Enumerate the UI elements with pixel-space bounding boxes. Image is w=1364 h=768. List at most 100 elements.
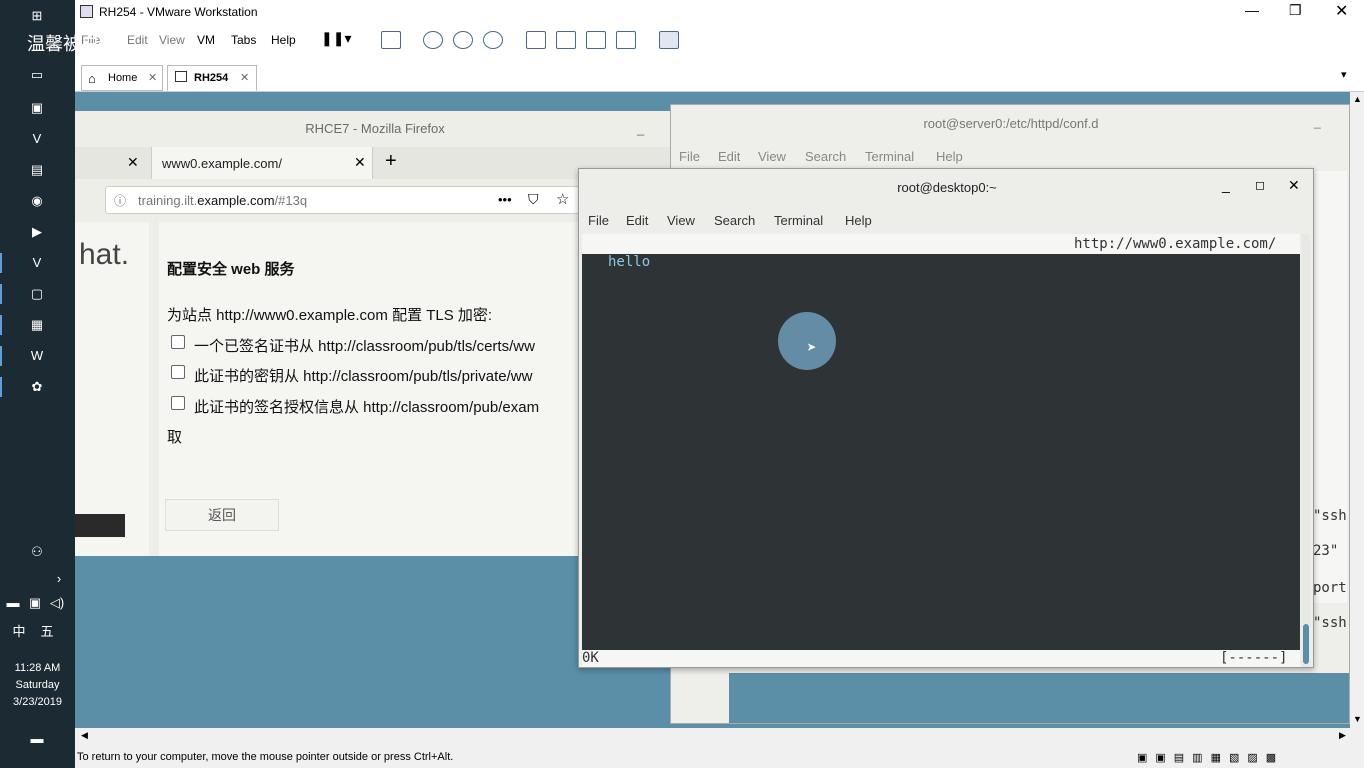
app-icon[interactable]: ◉ (28, 193, 46, 209)
vmware-title-bar: RH254 - VMware Workstation — ❐ ✕ (75, 0, 1364, 24)
home-icon: ⌂ (88, 71, 96, 86)
terminal-output-area[interactable]: hello ➤ (582, 254, 1300, 650)
close-icon[interactable]: ✕ (1335, 1, 1348, 21)
close-tab-icon[interactable]: ✕ (240, 71, 249, 84)
app-icon[interactable]: ▤ (28, 162, 46, 178)
system-clock[interactable]: 11:28 AM Saturday 3/23/2019 (0, 660, 75, 711)
active-app-marker (0, 253, 2, 273)
scroll-down-icon[interactable]: ▼ (1353, 714, 1362, 724)
info-icon[interactable]: ⓘ (114, 192, 126, 209)
notification-icon[interactable]: ▬ (28, 731, 46, 747)
tab-home[interactable]: ⌂ Home ✕ (81, 65, 163, 91)
chevron-right-icon[interactable]: › (50, 571, 68, 587)
page-divider (149, 222, 159, 556)
tab-list-icon[interactable]: ▾ (1341, 68, 1347, 81)
people-icon[interactable]: ⚇ (28, 544, 46, 560)
menu-tabs[interactable]: Tabs (231, 33, 256, 47)
task-checkbox[interactable] (171, 365, 185, 379)
menu-edit[interactable]: Edit (718, 149, 740, 164)
tab-label: Home (108, 72, 138, 84)
battery-icon[interactable]: ▬ (4, 595, 22, 611)
device-icons[interactable]: ▣▣▤▥▦▧▨▩ (1137, 751, 1284, 764)
menu-terminal[interactable]: Terminal (774, 213, 823, 228)
close-tab-icon[interactable]: ✕ (127, 154, 139, 171)
menu-help[interactable]: Help (936, 149, 963, 164)
snapshot-icon[interactable] (423, 31, 443, 49)
task-view-icon[interactable]: ▭ (28, 67, 46, 83)
window-title: RH254 - VMware Workstation (99, 5, 258, 19)
thumbnail-view-icon[interactable] (659, 31, 679, 49)
menu-terminal[interactable]: Terminal (865, 149, 914, 164)
sidebar-toggle-icon[interactable] (526, 31, 546, 49)
pause-icon[interactable]: ❚❚▾ (321, 30, 352, 48)
menu-search[interactable]: Search (714, 213, 755, 228)
minimize-icon[interactable]: — (1245, 2, 1259, 18)
ime-lang-indicator[interactable]: 中 (10, 624, 28, 640)
scroll-left-icon[interactable]: ◀ (81, 730, 88, 741)
back-button[interactable]: 返回 (165, 499, 279, 531)
restore-icon[interactable]: ❐ (1289, 2, 1302, 19)
tab-rh254[interactable]: RH254 ✕ (167, 65, 257, 91)
scroll-right-icon[interactable]: ▶ (1339, 730, 1346, 741)
menu-view[interactable]: View (667, 213, 695, 228)
task-checkbox[interactable] (171, 335, 185, 349)
pocket-icon[interactable]: ⛉ (528, 191, 539, 208)
menu-edit[interactable]: Edit (626, 213, 648, 228)
app-icon[interactable]: V (28, 131, 46, 147)
app-icon[interactable]: ▦ (28, 317, 46, 333)
scrollbar-thumb[interactable] (1303, 624, 1309, 664)
menu-vm[interactable]: VM (197, 33, 215, 47)
word-app-icon[interactable]: W (28, 348, 46, 364)
fullscreen-icon[interactable] (586, 31, 606, 49)
volume-icon[interactable]: ◁) (48, 595, 66, 611)
url-bar[interactable]: ⓘ training.ilt.example.com/#13q ••• ⛉ ☆ (105, 186, 585, 214)
terminal-scrollbar[interactable] (1302, 234, 1310, 667)
app-icon[interactable]: ✿ (28, 379, 46, 395)
minimize-icon[interactable]: _ (1222, 177, 1230, 193)
menu-file[interactable]: File (588, 213, 609, 228)
close-tab-icon[interactable]: ✕ (354, 154, 366, 171)
app-icon[interactable]: ▶ (28, 224, 46, 240)
tab-label: RH254 (194, 72, 229, 84)
vertical-scrollbar[interactable]: ▲ ▼ (1350, 92, 1364, 728)
snapshot-manager-icon[interactable] (483, 31, 503, 49)
terminal-status-line: 0K [------] (582, 650, 1300, 667)
menu-search[interactable]: Search (805, 149, 846, 164)
terminal-top-line: http://www0.example.com/ (582, 234, 1300, 254)
close-icon[interactable]: ✕ (1288, 177, 1300, 194)
task-item: 此证书的密钥从 http://classroom/pub/tls/private… (194, 368, 533, 385)
menu-file[interactable]: File (679, 149, 700, 164)
firefox-tab[interactable]: www0.example.com/ ✕ (151, 147, 373, 179)
minimize-icon[interactable]: _ (637, 111, 644, 147)
windows-start-icon[interactable]: ⊞ (28, 8, 46, 24)
trailing-text: 取 (167, 429, 183, 446)
maximize-icon[interactable]: ◻ (1255, 178, 1265, 192)
video-watermark: 温馨被白照 (27, 34, 117, 54)
menu-help[interactable]: Help (271, 33, 296, 47)
menu-help[interactable]: Help (845, 213, 872, 228)
vmware-app-icon[interactable]: V (28, 255, 46, 271)
menu-view[interactable]: View (159, 33, 185, 47)
brand-fragment: hat. (79, 238, 130, 271)
horizontal-scrollbar[interactable]: ◀ ▶ (75, 728, 1364, 746)
menu-edit[interactable]: Edit (127, 33, 148, 47)
task-checkbox[interactable] (171, 396, 185, 410)
unity-icon[interactable] (616, 31, 636, 49)
terminal-output: hello (608, 254, 651, 270)
new-tab-icon[interactable]: + (385, 150, 397, 173)
bookmark-star-icon[interactable]: ☆ (556, 190, 569, 208)
ime-mode-indicator[interactable]: 五 (38, 624, 56, 640)
revert-snapshot-icon[interactable] (453, 31, 473, 49)
close-tab-icon[interactable]: ✕ (148, 71, 157, 84)
page-actions-icon[interactable]: ••• (498, 192, 512, 207)
menu-view[interactable]: View (758, 149, 786, 164)
network-icon[interactable]: ▣ (26, 595, 44, 611)
app-icon[interactable]: ▣ (28, 100, 46, 116)
send-keys-icon[interactable] (381, 31, 401, 49)
term-fragment: port (1313, 580, 1347, 596)
app-icon[interactable]: ▢ (28, 286, 46, 302)
console-view-icon[interactable] (556, 31, 576, 49)
minimize-icon[interactable]: _ (1314, 115, 1321, 129)
mouse-cursor-icon: ➤ (807, 338, 817, 357)
scroll-up-icon[interactable]: ▲ (1353, 94, 1362, 104)
